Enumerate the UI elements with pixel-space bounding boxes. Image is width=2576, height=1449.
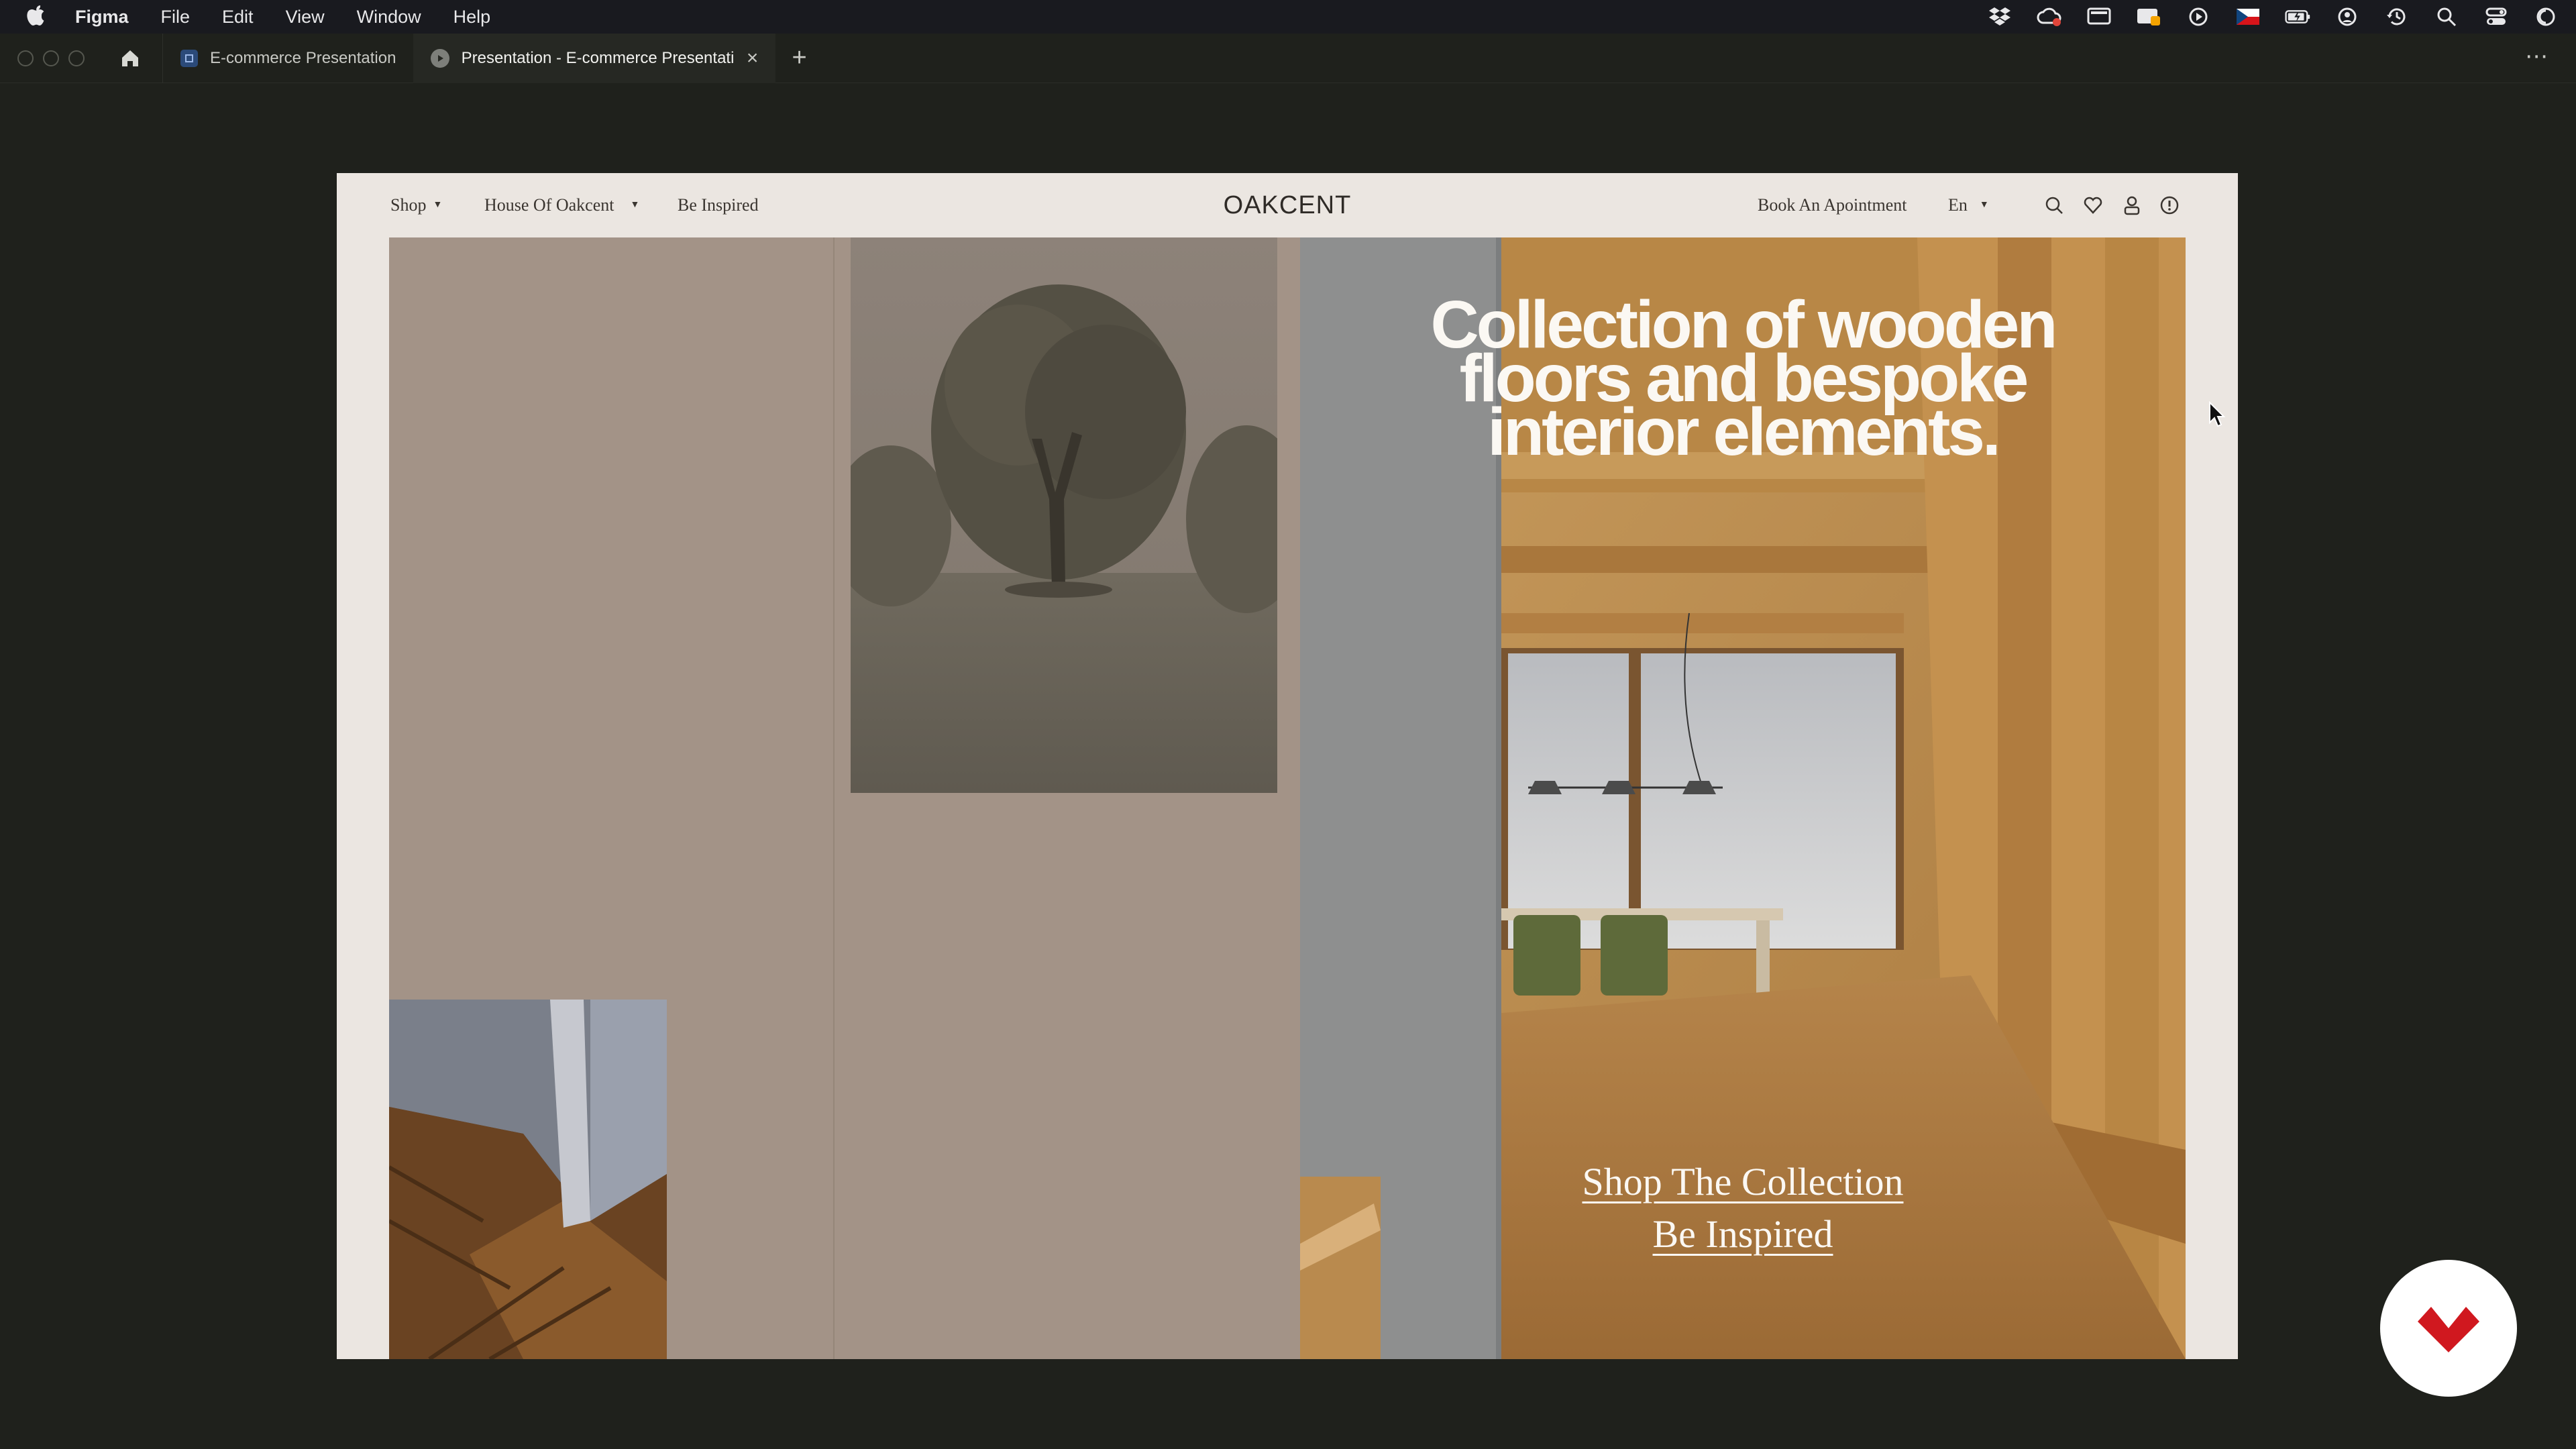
be-inspired-link[interactable]: Be Inspired [1300, 1212, 2186, 1256]
minimize-window-button[interactable] [43, 50, 59, 66]
tab-label: E-commerce Presentation [210, 48, 396, 67]
dropbox-icon[interactable] [1987, 4, 2012, 30]
parquet-floor-image [389, 1000, 667, 1359]
mouse-cursor-icon [2209, 401, 2226, 427]
oak-tree-image [851, 237, 1277, 793]
time-machine-icon[interactable] [2384, 4, 2410, 30]
more-options-icon[interactable]: ⋯ [2525, 43, 2549, 70]
brand-logo-icon [2418, 1307, 2479, 1352]
siri-icon[interactable] [2533, 4, 2559, 30]
tab-label: Presentation - E-commerce Presentatio [461, 48, 735, 67]
site-nav: Shop ▼ House Of Oakcent ▼ Be Inspired OAKC… [337, 173, 2238, 237]
nav-book-appointment[interactable]: Book An Apointment [1758, 173, 1907, 237]
new-tab-button[interactable]: + [792, 44, 806, 72]
battery-icon [2285, 4, 2310, 30]
chevron-down-icon: ▼ [1979, 200, 1989, 210]
display-icon[interactable] [2086, 4, 2112, 30]
tab-ecommerce-presentation[interactable]: E-commerce Presentation [163, 34, 413, 83]
floating-logo-badge[interactable] [2380, 1260, 2517, 1397]
play-icon[interactable] [2186, 4, 2211, 30]
prototype-frame: Shop ▼ House Of Oakcent ▼ Be Inspired OAKC… [337, 173, 2238, 1359]
search-icon[interactable] [2043, 195, 2065, 216]
play-icon [431, 48, 449, 68]
window-controls [17, 50, 85, 66]
hero-title-line: interior elements. [1487, 394, 2001, 470]
nav-language-select[interactable]: En ▼ [1948, 173, 1989, 237]
mac-menubar: Figma File Edit View Window Help [0, 0, 2576, 34]
control-center-icon[interactable] [2483, 4, 2509, 30]
figma-tab-bar: E-commerce Presentation Presentation - E… [0, 33, 2576, 83]
info-icon[interactable] [2159, 195, 2180, 216]
menu-file[interactable]: File [161, 7, 191, 28]
status-bar [1987, 0, 2559, 34]
close-tab-icon[interactable]: × [747, 47, 759, 70]
spotlight-icon[interactable] [2434, 4, 2459, 30]
hero-title: Collection of wooden floors and bespoke … [1300, 291, 2186, 470]
account-icon[interactable] [2121, 195, 2143, 216]
close-window-button[interactable] [17, 50, 34, 66]
zoom-window-button[interactable] [68, 50, 85, 66]
menu-help[interactable]: Help [453, 7, 491, 28]
menu-view[interactable]: View [286, 7, 325, 28]
heart-icon[interactable] [2082, 195, 2104, 216]
shop-collection-link[interactable]: Shop The Collection [1300, 1159, 2186, 1204]
tab-presentation-active[interactable]: Presentation - E-commerce Presentatio × [413, 33, 776, 83]
screen-share-icon[interactable] [2136, 4, 2161, 30]
creative-cloud-icon[interactable] [2037, 4, 2062, 30]
menu-window[interactable]: Window [357, 7, 421, 28]
apple-icon[interactable] [27, 4, 46, 30]
menu-app-figma[interactable]: Figma [75, 7, 129, 28]
menu-edit[interactable]: Edit [222, 7, 254, 28]
language-label: En [1948, 195, 1968, 215]
home-icon[interactable] [115, 44, 145, 73]
flag-cz-icon[interactable] [2235, 4, 2261, 30]
figma-file-icon [180, 49, 198, 67]
user-icon[interactable] [2334, 4, 2360, 30]
